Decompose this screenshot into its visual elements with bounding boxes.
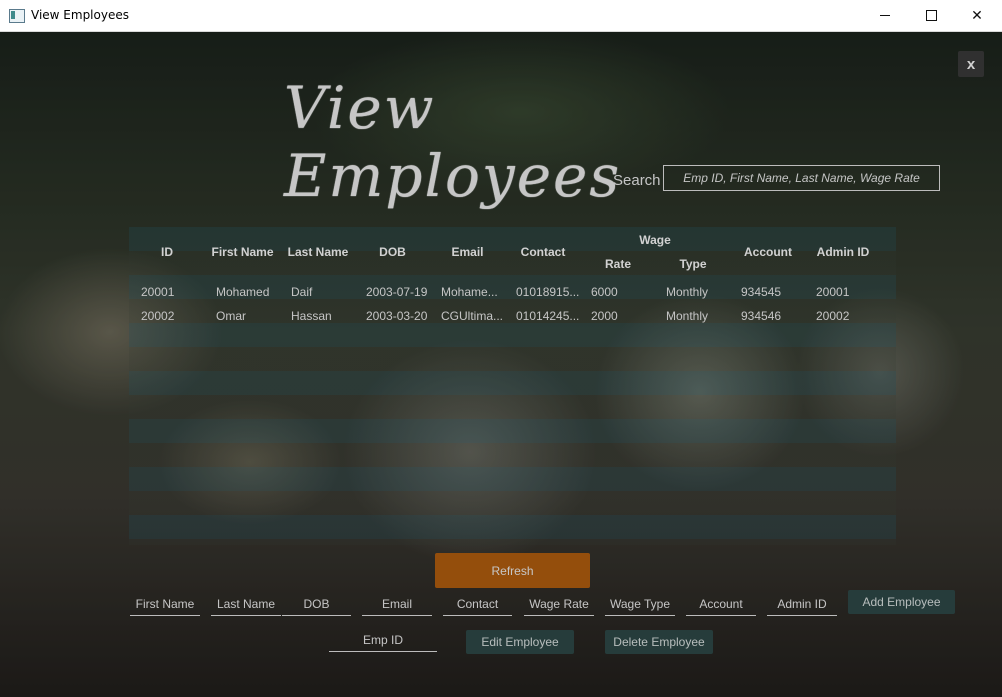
cell-email: Mohame... <box>441 285 498 299</box>
last-name-field[interactable] <box>211 592 281 616</box>
window-title: View Employees <box>31 8 129 22</box>
cell-last-name: Daif <box>291 285 313 299</box>
admin-id-field[interactable] <box>767 592 837 616</box>
page-title: View Employees <box>284 74 622 210</box>
account-field[interactable] <box>686 592 756 616</box>
minimize-icon <box>880 15 890 16</box>
cell-rate: 2000 <box>591 309 618 323</box>
column-header-wage: Wage <box>639 233 671 247</box>
wage-type-input[interactable] <box>605 596 675 611</box>
window-close-button[interactable]: ✕ <box>954 0 1000 31</box>
column-header-account[interactable]: Account <box>738 245 798 259</box>
column-header-first-name[interactable]: First Name <box>205 245 280 259</box>
minimize-button[interactable] <box>862 0 908 31</box>
cell-account: 934545 <box>741 285 782 299</box>
cell-account: 934546 <box>741 309 782 323</box>
search-input[interactable] <box>663 165 940 191</box>
column-header-last-name[interactable]: Last Name <box>282 245 354 259</box>
cell-type: Monthly <box>666 285 709 299</box>
first-name-input[interactable] <box>130 596 200 611</box>
delete-employee-button[interactable]: Delete Employee <box>605 630 713 654</box>
add-employee-button[interactable]: Add Employee <box>848 590 955 614</box>
last-name-input[interactable] <box>211 596 281 611</box>
edit-employee-button[interactable]: Edit Employee <box>466 630 574 654</box>
wage-rate-input[interactable] <box>524 596 594 611</box>
admin-id-input[interactable] <box>767 596 837 611</box>
close-view-button[interactable]: x <box>958 51 984 77</box>
main-panel: x View Employees Search ID First Name La… <box>0 32 1002 697</box>
email-input[interactable] <box>362 596 432 611</box>
refresh-button[interactable]: Refresh <box>435 553 590 588</box>
employee-table <box>129 227 896 545</box>
column-header-admin-id[interactable]: Admin ID <box>810 245 876 259</box>
search-label: Search <box>613 172 661 189</box>
contact-field[interactable] <box>443 592 512 616</box>
column-header-type[interactable]: Type <box>671 257 715 271</box>
cell-first-name: Mohamed <box>216 285 270 299</box>
maximize-icon <box>925 10 937 21</box>
dob-field[interactable] <box>282 592 351 616</box>
cell-first-name: Omar <box>216 309 246 323</box>
cell-id: 20002 <box>141 309 175 323</box>
app-icon <box>9 9 25 23</box>
wage-rate-field[interactable] <box>524 592 594 616</box>
cell-dob: 2003-07-19 <box>366 285 428 299</box>
email-field[interactable] <box>362 592 432 616</box>
cell-rate: 6000 <box>591 285 618 299</box>
cell-type: Monthly <box>666 309 709 323</box>
dob-input[interactable] <box>282 596 351 611</box>
contact-input[interactable] <box>443 596 512 611</box>
emp-id-input[interactable] <box>329 632 437 647</box>
close-icon: ✕ <box>971 7 983 24</box>
maximize-button[interactable] <box>908 0 954 31</box>
cell-admin-id: 20001 <box>816 285 850 299</box>
wage-type-field[interactable] <box>605 592 675 616</box>
cell-dob: 2003-03-20 <box>366 309 428 323</box>
cell-contact: 01014245... <box>516 309 580 323</box>
cell-last-name: Hassan <box>291 309 332 323</box>
cell-admin-id: 20002 <box>816 309 850 323</box>
emp-id-field[interactable] <box>329 628 437 652</box>
first-name-field[interactable] <box>130 592 200 616</box>
window-titlebar: View Employees ✕ <box>0 0 1002 32</box>
cell-contact: 01018915... <box>516 285 580 299</box>
cell-email: CGUltima... <box>441 309 504 323</box>
column-header-dob[interactable]: DOB <box>370 245 415 259</box>
cell-id: 20001 <box>141 285 175 299</box>
column-header-contact[interactable]: Contact <box>515 245 571 259</box>
column-header-rate[interactable]: Rate <box>598 257 638 271</box>
account-input[interactable] <box>686 596 756 611</box>
column-header-email[interactable]: Email <box>445 245 490 259</box>
column-header-id[interactable]: ID <box>152 245 182 259</box>
